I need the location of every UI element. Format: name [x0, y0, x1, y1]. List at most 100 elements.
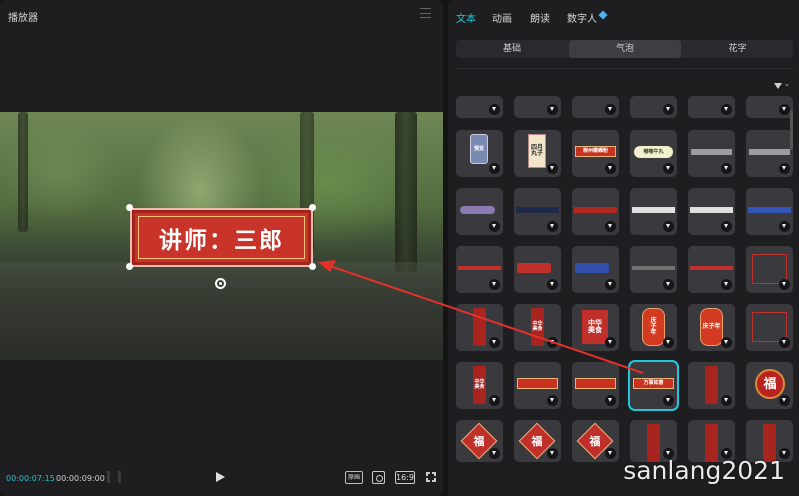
- download-icon[interactable]: [721, 104, 732, 115]
- download-icon[interactable]: [489, 279, 500, 290]
- original-quality-button[interactable]: 原画: [345, 471, 363, 484]
- bubble-tile[interactable]: [630, 246, 677, 293]
- video-preview[interactable]: 讲师：三郎: [0, 112, 443, 360]
- download-icon[interactable]: [663, 395, 674, 406]
- download-icon[interactable]: [779, 221, 790, 232]
- download-icon[interactable]: [779, 337, 790, 348]
- download-icon[interactable]: [547, 104, 558, 115]
- download-icon[interactable]: [605, 448, 616, 459]
- bubble-tile[interactable]: 福: [746, 362, 793, 409]
- download-icon[interactable]: [605, 279, 616, 290]
- bubble-tile[interactable]: 福: [456, 420, 503, 462]
- scrollbar[interactable]: [790, 110, 793, 150]
- download-icon[interactable]: [605, 395, 616, 406]
- bubble-tile-partial[interactable]: [746, 96, 793, 118]
- play-icon[interactable]: [216, 472, 225, 482]
- bubble-tile[interactable]: 庆 子 年: [630, 304, 677, 351]
- download-icon[interactable]: [547, 163, 558, 174]
- download-icon[interactable]: [547, 279, 558, 290]
- download-icon[interactable]: [721, 163, 732, 174]
- download-icon[interactable]: [663, 279, 674, 290]
- download-icon[interactable]: [663, 221, 674, 232]
- bubble-tile[interactable]: 庆子年: [688, 304, 735, 351]
- download-icon[interactable]: [489, 337, 500, 348]
- download-icon[interactable]: [779, 104, 790, 115]
- download-icon[interactable]: [489, 163, 500, 174]
- download-icon[interactable]: [721, 337, 732, 348]
- download-icon[interactable]: [721, 279, 732, 290]
- bubble-tile[interactable]: [688, 362, 735, 409]
- bubble-tile[interactable]: [688, 188, 735, 235]
- bubble-tile[interactable]: [746, 130, 793, 177]
- download-icon[interactable]: [721, 221, 732, 232]
- bubble-tile[interactable]: 中华 美食: [572, 304, 619, 351]
- bubble-tile[interactable]: [688, 130, 735, 177]
- bubble-tile-partial[interactable]: [456, 96, 503, 118]
- bubble-preview: [517, 263, 551, 273]
- download-icon[interactable]: [779, 279, 790, 290]
- bubble-tile[interactable]: 中华 美食: [514, 304, 561, 351]
- resize-handle-bl[interactable]: [126, 263, 133, 270]
- bubble-tile[interactable]: [746, 304, 793, 351]
- aspect-ratio-button[interactable]: 16:9: [395, 471, 415, 484]
- bubble-tile-partial[interactable]: [514, 96, 561, 118]
- download-icon[interactable]: [779, 163, 790, 174]
- bubble-tile[interactable]: 福: [514, 420, 561, 462]
- resize-handle-tl[interactable]: [126, 204, 133, 211]
- bubble-tile[interactable]: 柳州螺蛳粉: [572, 130, 619, 177]
- download-icon[interactable]: [605, 163, 616, 174]
- bubble-preview: 中华 美食: [582, 310, 608, 344]
- bubble-tile-partial[interactable]: [688, 96, 735, 118]
- bubble-preview: [516, 207, 559, 213]
- download-icon[interactable]: [489, 104, 500, 115]
- bubble-tile[interactable]: 中华 美食: [456, 362, 503, 409]
- download-icon[interactable]: [489, 395, 500, 406]
- player-panel: 播放器 讲师：三郎 00:00:07:15 00:00:09:00 原画 16:…: [0, 0, 443, 496]
- download-icon[interactable]: [605, 221, 616, 232]
- fullscreen-icon[interactable]: [426, 472, 436, 482]
- download-icon[interactable]: [663, 337, 674, 348]
- bubble-tile[interactable]: 预览: [456, 130, 503, 177]
- download-icon[interactable]: [547, 448, 558, 459]
- resize-handle-tr[interactable]: [309, 204, 316, 211]
- bubble-tile[interactable]: [746, 188, 793, 235]
- download-icon[interactable]: [489, 221, 500, 232]
- bubble-tile[interactable]: [746, 246, 793, 293]
- download-icon[interactable]: [489, 448, 500, 459]
- bubble-tile[interactable]: 嘟嘟牛丸: [630, 130, 677, 177]
- bubble-tile[interactable]: [456, 246, 503, 293]
- text-bubble[interactable]: 讲师：三郎: [130, 208, 313, 267]
- bubble-tile-partial[interactable]: [572, 96, 619, 118]
- download-icon[interactable]: [547, 395, 558, 406]
- bubble-tile[interactable]: 四月 丸子: [514, 130, 561, 177]
- resize-handle-br[interactable]: [309, 263, 316, 270]
- bubble-tile[interactable]: [514, 362, 561, 409]
- bubble-tile[interactable]: [514, 188, 561, 235]
- fu-character: 福: [531, 434, 543, 448]
- bubble-tile[interactable]: [456, 304, 503, 351]
- menu-icon[interactable]: [420, 8, 431, 18]
- bubble-tile[interactable]: [630, 188, 677, 235]
- timeline-grid-icon[interactable]: [107, 471, 121, 483]
- focus-icon[interactable]: [372, 471, 385, 484]
- bubble-tile[interactable]: 万事如意: [630, 362, 677, 409]
- bubble-tile[interactable]: [572, 246, 619, 293]
- bubble-tile[interactable]: [514, 246, 561, 293]
- download-icon[interactable]: [605, 104, 616, 115]
- bubble-tile[interactable]: [688, 246, 735, 293]
- download-icon[interactable]: [779, 395, 790, 406]
- download-icon[interactable]: [547, 337, 558, 348]
- download-icon[interactable]: [721, 395, 732, 406]
- bubble-tile[interactable]: 福: [572, 420, 619, 462]
- bubble-tile[interactable]: [572, 362, 619, 409]
- bubble-tile-partial[interactable]: [630, 96, 677, 118]
- bubble-preview: 四月 丸子: [528, 134, 546, 168]
- bubble-tile[interactable]: [456, 188, 503, 235]
- download-icon[interactable]: [663, 163, 674, 174]
- download-icon[interactable]: [605, 337, 616, 348]
- bubble-tile[interactable]: [572, 188, 619, 235]
- rotate-handle-icon[interactable]: [215, 278, 226, 289]
- download-icon[interactable]: [663, 104, 674, 115]
- download-icon[interactable]: [547, 221, 558, 232]
- bubble-preview: 中华 美食: [473, 366, 486, 404]
